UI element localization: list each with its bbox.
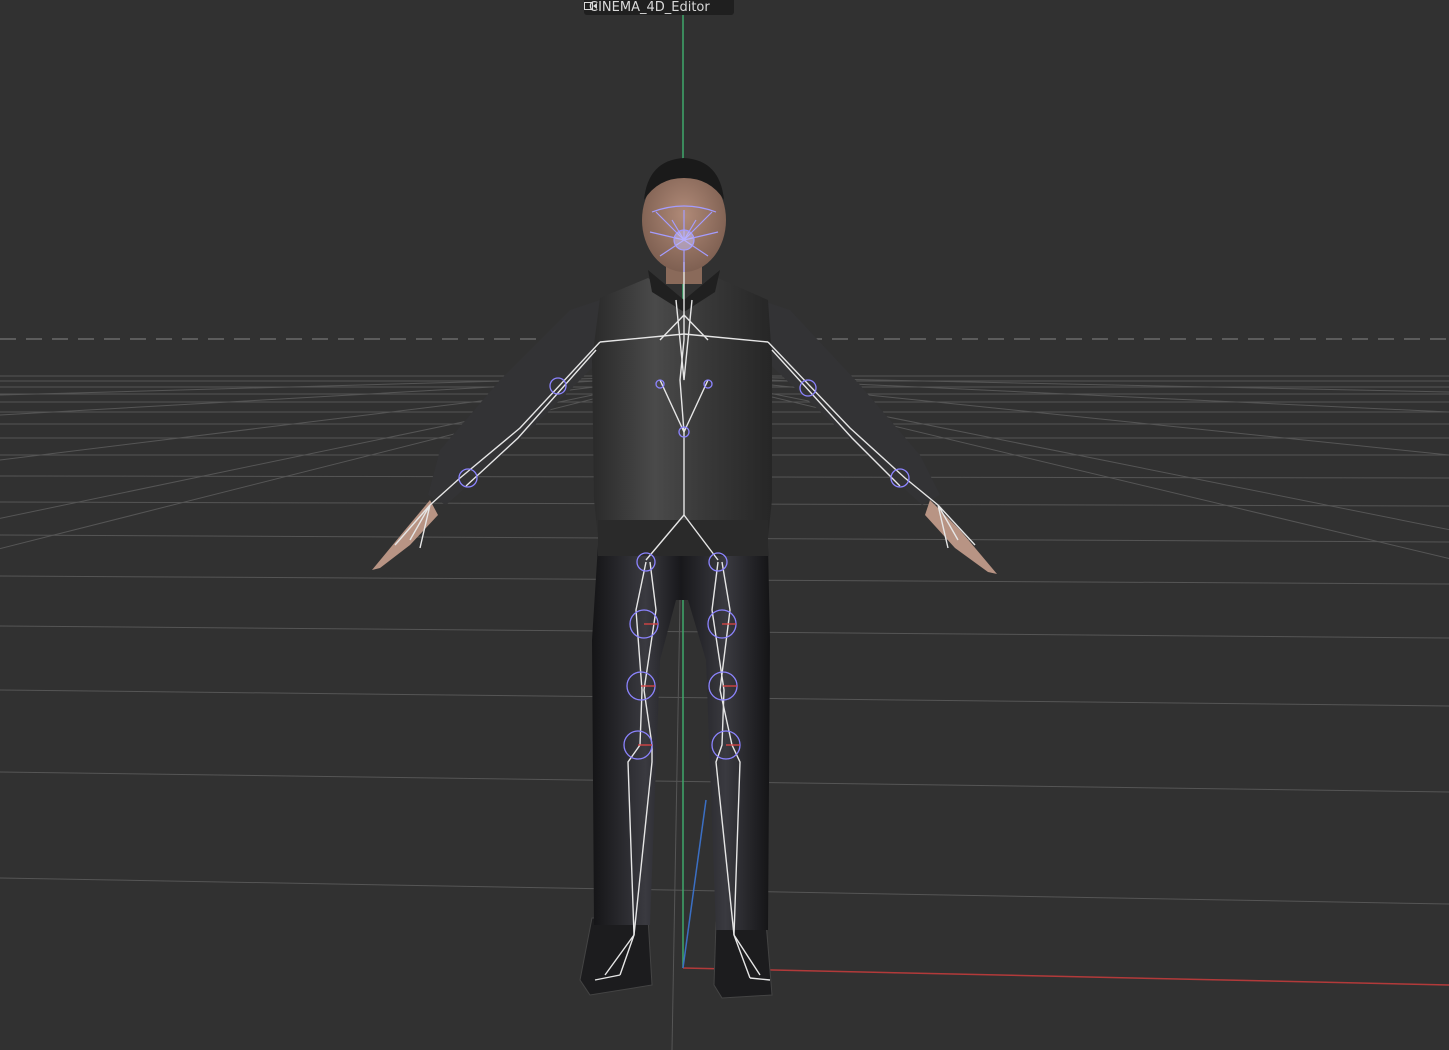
pants [592,545,770,930]
viewport-scene [0,14,1449,1050]
left-shoe [579,917,653,996]
camera-icon[interactable] [584,2,728,13]
x-axis-line [682,967,1449,986]
z-axis-line [682,799,707,969]
jacket [592,278,772,556]
editor-viewport[interactable]: CINEMA_4D_Editor [0,0,1449,1050]
camera-name: CINEMA_4D_Editor [589,0,710,15]
jacket-waistband [598,520,768,556]
skeleton-rig [394,262,976,981]
camera-label[interactable]: CINEMA_4D_Editor [584,0,734,15]
right-hand [925,500,997,574]
